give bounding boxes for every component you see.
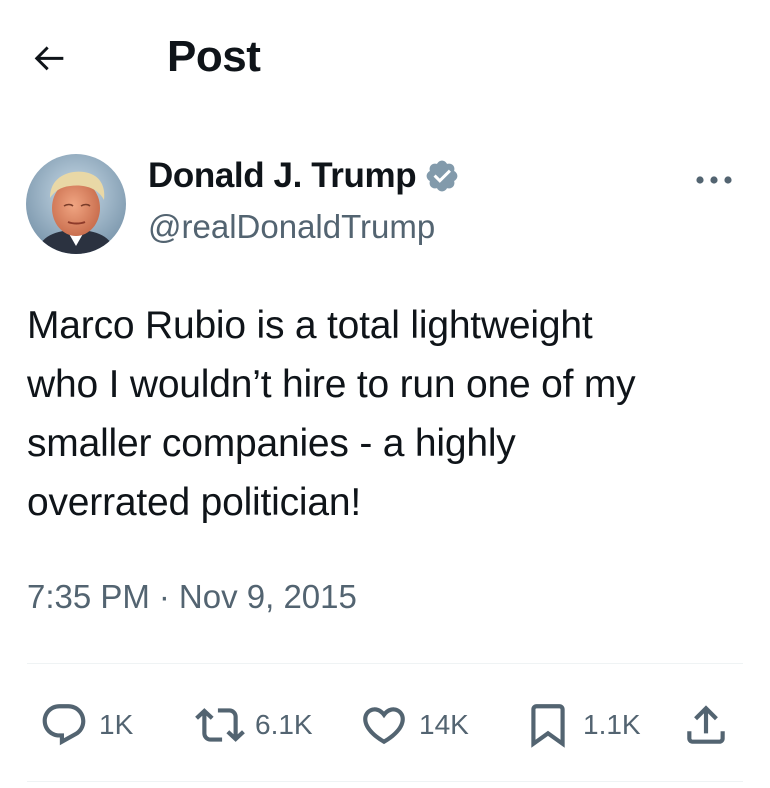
page-title: Post xyxy=(167,32,261,81)
divider xyxy=(27,781,743,782)
post-text-line: Marco Rubio is a total lightweight xyxy=(27,304,593,347)
more-options-button[interactable] xyxy=(692,166,736,194)
retweet-count: 6.1K xyxy=(255,709,313,740)
action-bar: 1K 6.1K 14K 1.1K xyxy=(27,697,743,753)
arrow-left-icon xyxy=(34,46,64,71)
profile-photo xyxy=(26,154,126,254)
bookmark-button[interactable]: 1.1K xyxy=(523,697,641,753)
post-text: Marco Rubio is a total lightweight who I… xyxy=(27,296,743,532)
like-count: 14K xyxy=(419,709,469,740)
user-handle[interactable]: @realDonaldTrump xyxy=(148,208,435,246)
post-time[interactable]: 7:35 PM xyxy=(27,578,150,616)
share-button[interactable] xyxy=(681,697,731,753)
divider xyxy=(27,663,743,664)
post-text-line: who I wouldn’t hire to run one of my xyxy=(27,363,636,406)
post-text-line: overrated politician! xyxy=(27,481,361,524)
avatar[interactable] xyxy=(26,154,126,254)
retweet-button[interactable]: 6.1K xyxy=(195,697,313,753)
reply-button[interactable]: 1K xyxy=(39,697,133,753)
share-icon xyxy=(687,705,725,744)
name-row: Donald J. Trump xyxy=(148,156,460,196)
like-button[interactable]: 14K xyxy=(359,697,469,753)
post-date[interactable]: Nov 9, 2015 xyxy=(179,578,357,616)
verified-badge-icon[interactable] xyxy=(424,158,460,194)
post-author: Donald J. Trump @realDonaldTrump xyxy=(26,152,742,256)
more-horizontal-icon xyxy=(696,176,732,184)
bookmark-count: 1.1K xyxy=(583,709,641,740)
post-text-line: smaller companies - a highly xyxy=(27,422,516,465)
retweet-icon xyxy=(195,708,245,742)
back-button[interactable] xyxy=(28,36,72,80)
timestamp-separator: · xyxy=(158,578,170,615)
bookmark-icon xyxy=(531,704,565,748)
display-name[interactable]: Donald J. Trump xyxy=(148,156,417,196)
post-timestamp: 7:35 PM · Nov 9, 2015 xyxy=(27,578,357,616)
heart-icon xyxy=(363,707,405,745)
reply-count: 1K xyxy=(99,709,134,740)
top-bar: Post xyxy=(0,0,770,116)
reply-icon xyxy=(42,704,86,746)
